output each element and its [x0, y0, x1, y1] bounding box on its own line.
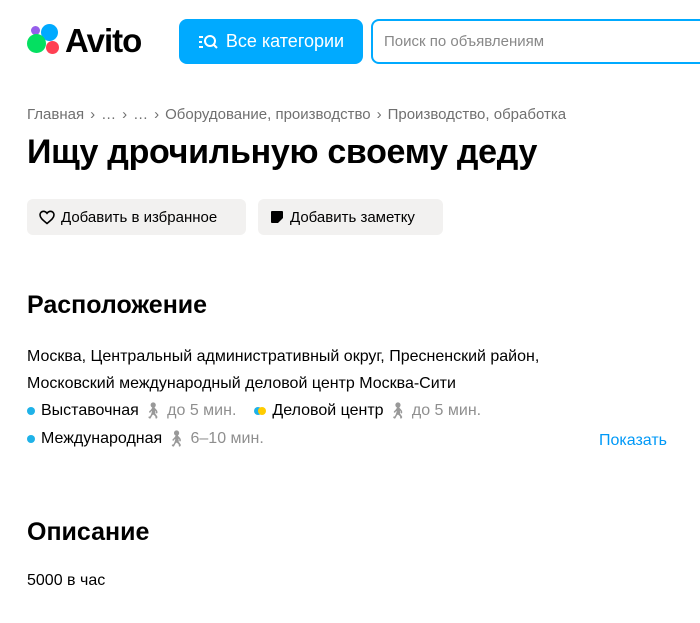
location-heading: Расположение: [27, 291, 208, 319]
breadcrumb-item[interactable]: Главная: [27, 106, 84, 123]
metro-line-icon: [27, 407, 35, 415]
walking-icon: 🚶︎: [387, 403, 408, 420]
logo-text: Avito: [65, 22, 142, 59]
add-to-favorites-label: Добавить в избранное: [61, 208, 218, 226]
chevron-right-icon: ›: [90, 106, 96, 123]
menu-search-icon: [198, 34, 218, 49]
metro-time: до 5 мин.: [167, 402, 237, 419]
address: Москва, Центральный административный окр…: [27, 348, 540, 392]
metro-station: Выставочная 🚶︎ до 5 мин. Деловой центр 🚶…: [27, 401, 481, 421]
all-categories-label: Все категории: [225, 31, 345, 51]
all-categories-button[interactable]: Все категории: [179, 19, 363, 64]
search-input[interactable]: [371, 19, 700, 64]
heart-icon: [39, 209, 55, 225]
breadcrumb-item[interactable]: Производство, обработка: [388, 106, 566, 123]
walking-icon: 🚶︎: [142, 403, 164, 420]
chevron-right-icon: ›: [376, 106, 382, 123]
add-to-favorites-button[interactable]: Добавить в избранное: [27, 199, 246, 235]
metro-time: до 5 мин.: [411, 402, 482, 419]
description-heading: Описание: [27, 518, 150, 546]
metro-line-icon: [258, 407, 267, 415]
metro-line-icon: [27, 435, 35, 443]
chevron-right-icon: ›: [154, 106, 160, 123]
note-icon: [271, 211, 283, 223]
breadcrumb: Главная › … › … › Оборудование, производств…: [27, 106, 566, 123]
add-note-label: Добавить заметку: [290, 208, 415, 226]
avito-logo[interactable]: Avito: [27, 22, 142, 60]
breadcrumb-item[interactable]: …: [101, 106, 116, 123]
breadcrumb-item[interactable]: …: [133, 106, 148, 123]
metro-name: Выставочная: [41, 402, 139, 419]
chevron-right-icon: ›: [122, 106, 128, 123]
show-map-link[interactable]: Показать: [599, 432, 667, 450]
metro-time: 6–10 мин.: [190, 430, 264, 447]
add-note-button[interactable]: Добавить заметку: [258, 199, 443, 235]
metro-station: Международная 🚶︎ 6–10 мин.: [27, 429, 264, 449]
page-title: Ищу дрочильную своему деду: [27, 133, 538, 171]
breadcrumb-item[interactable]: Оборудование, производство: [165, 106, 371, 123]
logo-dots-icon: [27, 24, 65, 58]
walking-icon: 🚶︎: [166, 431, 187, 448]
metro-name: Деловой центр: [272, 402, 384, 419]
metro-name: Международная: [41, 430, 163, 447]
description-text: 5000 в час: [27, 572, 106, 589]
